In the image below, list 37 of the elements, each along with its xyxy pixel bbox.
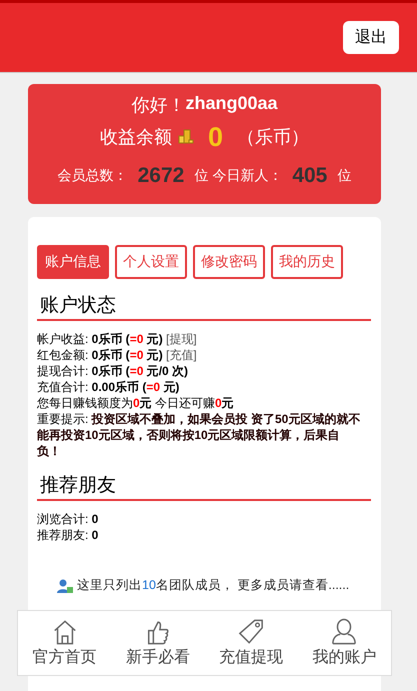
nav-item[interactable]: 新手必看 bbox=[122, 618, 194, 668]
greeting: 你好！zhang00aa bbox=[131, 93, 278, 117]
new-members-label: 今日新人： bbox=[212, 167, 282, 185]
section-title: 账户状态 bbox=[37, 293, 371, 321]
info-line: 重要提示: 投资区域不叠加，如果会员投 资了50元区域的就不能再投资10元区域，否则将按10元区域限额计算，后果自负！ bbox=[37, 411, 362, 459]
users-icon bbox=[57, 578, 73, 594]
members-count: 2672 bbox=[138, 164, 184, 188]
tab[interactable]: 个人设置 bbox=[115, 245, 187, 279]
bracket-link[interactable]: [充值] bbox=[162, 348, 197, 362]
info-line: 充值合计: 0.00乐币 (=0 元) bbox=[37, 379, 180, 395]
new-members-unit: 位 bbox=[337, 167, 352, 185]
tab[interactable]: 账户信息 bbox=[37, 245, 109, 279]
new-members-count: 405 bbox=[292, 164, 328, 188]
balance-label: 收益余额 bbox=[100, 126, 172, 149]
info-line: 提现合计: 0乐币 (=0 元/0 次) bbox=[37, 363, 190, 379]
coins-icon bbox=[178, 129, 194, 145]
house-icon bbox=[52, 618, 78, 646]
balance-value: 0 bbox=[208, 122, 224, 152]
nav-item[interactable]: 我的账户 bbox=[308, 618, 380, 668]
bracket-link[interactable]: [提现] bbox=[162, 332, 197, 346]
info-line: 帐户收益: 0乐币 (=0 元) [提现] bbox=[37, 331, 198, 347]
team-note: 这里只列出 10名团队成员， 更多成员请查看...... bbox=[77, 577, 350, 594]
section-title: 推荐朋友 bbox=[37, 473, 371, 501]
nav-item[interactable]: 充值提现 bbox=[215, 618, 288, 668]
tab[interactable]: 我的历史 bbox=[271, 245, 343, 279]
person-icon bbox=[331, 618, 358, 646]
info-line: 红包金额: 0乐币 (=0 元) [充值] bbox=[37, 347, 198, 363]
tag-icon bbox=[238, 618, 264, 646]
tab[interactable]: 修改密码 bbox=[193, 245, 265, 279]
logout-button[interactable]: 退出 bbox=[343, 21, 399, 54]
nav-item[interactable]: 官方首页 bbox=[28, 618, 101, 668]
info-line: 您每日赚钱额度为0元 今日还可赚0元 bbox=[37, 395, 235, 411]
info-line: 浏览合计: 0 bbox=[37, 511, 100, 527]
members-label: 会员总数： bbox=[58, 167, 128, 185]
balance-unit: （乐币） bbox=[237, 126, 310, 149]
members-unit: 位 bbox=[194, 167, 208, 185]
info-line: 推荐朋友: 0 bbox=[37, 527, 100, 543]
